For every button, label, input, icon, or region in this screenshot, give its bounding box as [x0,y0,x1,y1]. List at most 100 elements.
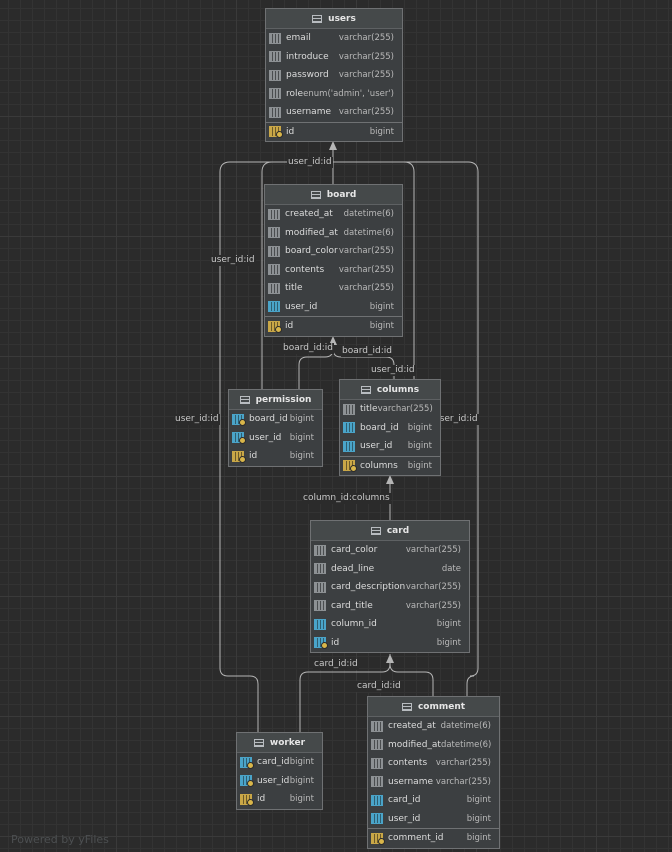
column-type: varchar(255) [405,545,461,556]
column-icon [371,720,383,732]
column-row-created-at[interactable]: created_at datetime(6) [265,205,402,224]
column-name: user_id [285,301,318,312]
table-board[interactable]: board created_at datetime(6) modified_at da… [264,184,403,337]
column-name: board_id [249,414,288,425]
column-icon [269,32,281,44]
column-type: bigint [289,414,314,425]
column-row-column-id[interactable]: column_id bigint [311,615,469,634]
column-row-card-title[interactable]: card_title varchar(255) [311,597,469,616]
column-row-user-id[interactable]: user_id bigint [229,429,322,448]
column-icon [314,581,326,593]
table-header[interactable]: worker [237,733,322,753]
column-row-modified-at[interactable]: modified_at datetime(6) [265,224,402,243]
column-row-password[interactable]: password varchar(255) [266,66,402,85]
column-row-user-id[interactable]: user_id bigint [237,772,322,791]
column-type: bigint [289,432,314,443]
key-badge-icon [275,325,282,333]
column-row-board-id[interactable]: board_id bigint [229,410,322,429]
table-title: columns [376,384,420,395]
column-icon [269,51,281,63]
column-row-card-color[interactable]: card_color varchar(255) [311,541,469,560]
column-type: varchar(255) [338,283,394,294]
column-row-id[interactable]: id bigint [266,121,402,142]
column-type: bigint [369,126,394,137]
column-row-created-at[interactable]: created_at datetime(6) [368,717,499,736]
column-type: datetime(6) [440,739,492,750]
column-row-username[interactable]: username varchar(255) [266,103,402,122]
column-name: id [257,794,266,805]
key-badge-icon [247,798,254,806]
foreign-key-icon [343,440,355,452]
column-name: contents [285,264,325,275]
column-row-title[interactable]: title varchar(255) [340,400,440,419]
edge-label-columns-users: user_id:id [370,365,416,376]
column-type: bigint [369,301,394,312]
column-name: column_id [331,619,377,630]
column-row-dead-line[interactable]: dead_line date [311,560,469,579]
table-users[interactable]: users email varchar(255) introduce varchar(… [265,8,403,142]
primary-key-icon [232,450,246,463]
column-row-modified-at[interactable]: modified_at datetime(6) [368,736,499,755]
column-row-board-id[interactable]: board_id bigint [340,419,440,438]
column-row-contents[interactable]: contents varchar(255) [265,261,402,280]
column-name: title [285,283,303,294]
primary-key-icon [343,460,357,473]
primary-foreign-key-icon [232,432,246,445]
column-row-board-color[interactable]: board_color varchar(255) [265,242,402,261]
table-worker[interactable]: worker card_id bigint user_id bigintid bigin… [236,732,323,810]
column-row-columns[interactable]: columns bigint [340,455,440,476]
foreign-key-icon [371,813,383,825]
column-row-title[interactable]: title varchar(255) [265,279,402,298]
column-icon [268,245,280,257]
column-row-comment-id[interactable]: comment_id bigint [368,828,499,848]
table-header[interactable]: permission [229,390,322,410]
column-row-card-description[interactable]: card_description varchar(255) [311,578,469,597]
column-icon [269,69,281,81]
column-type: varchar(255) [338,246,394,257]
column-type: bigint [466,795,491,806]
column-name: comment_id [388,833,444,844]
column-icon [314,563,326,575]
table-header[interactable]: columns [340,380,440,400]
column-name: card_color [331,545,378,556]
arrowhead-card [386,654,394,663]
column-type: varchar(255) [338,51,394,62]
column-row-username[interactable]: username varchar(255) [368,773,499,792]
table-title: comment [417,701,466,712]
column-row-card-id[interactable]: card_id bigint [368,791,499,810]
column-type: bigint [289,451,314,462]
column-row-id[interactable]: id bigint [237,790,322,809]
column-name: id [249,451,258,462]
column-row-user-id[interactable]: user_id bigint [340,437,440,456]
table-columns[interactable]: columns title varchar(255) board_id bigint u… [339,379,441,476]
table-header[interactable]: comment [368,697,499,717]
table-header[interactable]: card [311,521,469,541]
column-type: bigint [289,794,314,805]
table-header[interactable]: board [265,185,402,205]
edge-label-permission-board: board_id:id [282,343,334,354]
table-card[interactable]: card card_color varchar(255) dead_line date… [310,520,470,653]
column-row-id[interactable]: id bigint [229,447,322,466]
column-type: datetime(6) [343,209,394,220]
table-header[interactable]: users [266,9,402,29]
column-row-introduce[interactable]: introduce varchar(255) [266,48,402,67]
column-name: password [286,70,329,81]
column-row-user-id[interactable]: user_id bigint [368,810,499,829]
column-row-id[interactable]: id bigint [265,316,402,336]
column-name: card_description [331,582,406,593]
table-permission[interactable]: permission board_id bigint user_id bigint id… [228,389,323,467]
table-icon [401,702,412,711]
column-row-role[interactable]: role enum('admin', 'user') [266,85,402,104]
column-row-email[interactable]: email varchar(255) [266,29,402,48]
table-title: worker [269,737,306,748]
column-row-card-id[interactable]: card_id bigint [237,753,322,772]
column-row-contents[interactable]: contents varchar(255) [368,754,499,773]
table-title: permission [255,394,312,405]
table-title: users [328,13,356,24]
column-row-id[interactable]: id bigint [311,634,469,653]
table-comment[interactable]: comment created_at datetime(6) modified_at… [367,696,500,849]
column-row-user-id[interactable]: user_id bigint [265,298,402,317]
column-type: enum('admin', 'user') [303,88,394,99]
column-icon [268,282,280,294]
primary-foreign-key-icon [240,775,254,788]
